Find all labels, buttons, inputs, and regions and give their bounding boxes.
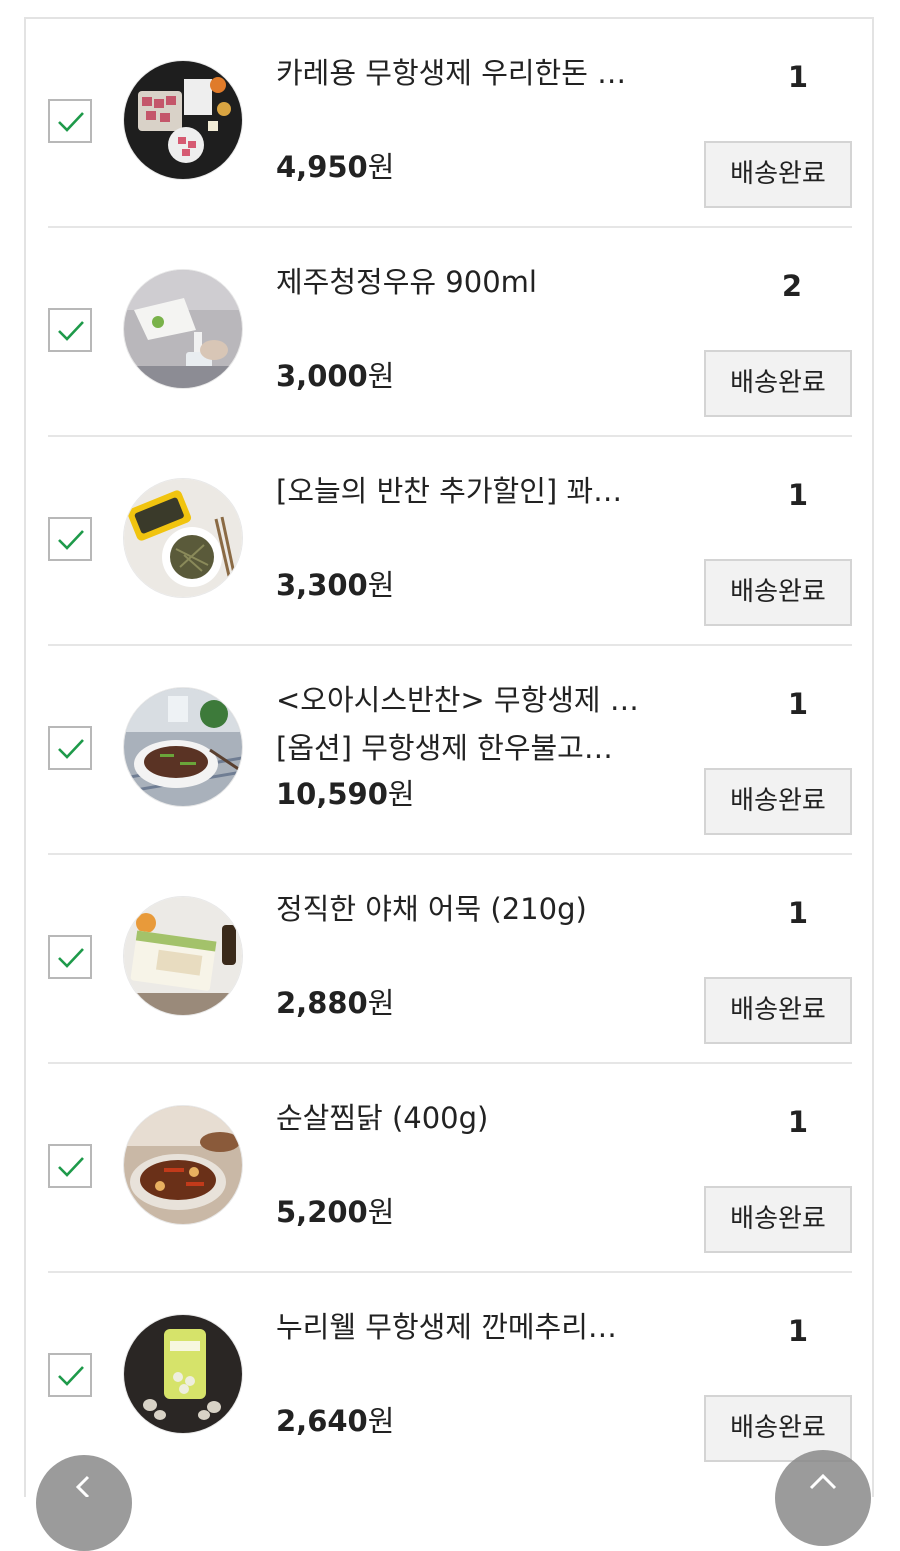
item-checkbox[interactable] <box>48 1144 92 1188</box>
item-checkbox[interactable] <box>48 726 92 770</box>
product-price: 2,640원 <box>276 1403 394 1439</box>
product-image-side-dish[interactable] <box>124 479 242 597</box>
price-value: 5,200 <box>276 1195 368 1229</box>
product-quantity: 2 <box>781 269 803 303</box>
chevron-up-icon <box>809 1473 837 1490</box>
product-quantity: 1 <box>787 896 809 930</box>
price-currency: 원 <box>367 986 395 1020</box>
product-name[interactable]: 제주청정우유 900ml <box>276 264 656 300</box>
check-icon <box>58 948 84 968</box>
price-value: 3,300 <box>276 568 368 602</box>
product-name[interactable]: 정직한 야채 어묵 (210g) <box>276 891 656 927</box>
price-value: 2,880 <box>276 986 368 1020</box>
check-icon <box>58 112 84 132</box>
delivery-status-button[interactable]: 배송완료 <box>704 141 852 208</box>
check-icon <box>58 321 84 341</box>
product-image-bulgogi[interactable] <box>124 688 242 806</box>
product-price: 2,880원 <box>276 985 394 1021</box>
list-item: 카레용 무항생제 우리한돈 … 4,950원 1 배송완료 <box>48 19 852 228</box>
product-price: 4,950원 <box>276 149 394 185</box>
product-price: 10,590원 <box>276 776 415 812</box>
price-currency: 원 <box>367 568 395 602</box>
price-currency: 원 <box>387 777 415 811</box>
check-icon <box>58 739 84 759</box>
item-checkbox[interactable] <box>48 99 92 143</box>
delivery-status-button[interactable]: 배송완료 <box>704 977 852 1044</box>
product-quantity: 1 <box>787 60 809 94</box>
price-value: 2,640 <box>276 1404 368 1438</box>
delivery-status-button[interactable]: 배송완료 <box>704 559 852 626</box>
price-currency: 원 <box>367 359 395 393</box>
product-image-milk[interactable] <box>124 270 242 388</box>
product-quantity: 1 <box>787 1105 809 1139</box>
delivery-status-button[interactable]: 배송완료 <box>704 1186 852 1253</box>
product-name[interactable]: <오아시스반찬> 무항생제 … <box>276 682 656 718</box>
price-currency: 원 <box>367 1195 395 1229</box>
delivery-status-button[interactable]: 배송완료 <box>704 350 852 417</box>
item-checkbox[interactable] <box>48 517 92 561</box>
delivery-status-button[interactable]: 배송완료 <box>704 768 852 835</box>
list-item: 정직한 야채 어묵 (210g) 2,880원 1 배송완료 <box>48 855 852 1064</box>
product-name[interactable]: 누리웰 무항생제 깐메추리… <box>276 1309 656 1345</box>
product-quantity: 1 <box>787 1314 809 1348</box>
product-option: [옵션] 무항생제 한우불고… <box>276 731 613 765</box>
list-item: <오아시스반찬> 무항생제 … [옵션] 무항생제 한우불고… 10,590원 … <box>48 646 852 855</box>
price-value: 3,000 <box>276 359 368 393</box>
item-checkbox[interactable] <box>48 308 92 352</box>
item-checkbox[interactable] <box>48 1353 92 1397</box>
scroll-top-button[interactable] <box>775 1450 871 1546</box>
product-image-quail-eggs[interactable] <box>124 1315 242 1433</box>
price-value: 4,950 <box>276 150 368 184</box>
check-icon <box>58 1157 84 1177</box>
product-name[interactable]: 순살찜닭 (400g) <box>276 1100 656 1136</box>
price-value: 10,590 <box>276 777 388 811</box>
product-name[interactable]: 카레용 무항생제 우리한돈 … <box>276 55 656 91</box>
list-item: 제주청정우유 900ml 3,000원 2 배송완료 <box>48 228 852 437</box>
product-quantity: 1 <box>787 687 809 721</box>
product-price: 3,000원 <box>276 358 394 394</box>
list-item: 순살찜닭 (400g) 5,200원 1 배송완료 <box>48 1064 852 1273</box>
product-image-braised-chicken[interactable] <box>124 1106 242 1224</box>
product-name[interactable]: [오늘의 반찬 추가할인] 꽈… <box>276 473 656 509</box>
item-checkbox[interactable] <box>48 935 92 979</box>
list-item: [오늘의 반찬 추가할인] 꽈… 3,300원 1 배송완료 <box>48 437 852 646</box>
back-button[interactable] <box>36 1455 132 1551</box>
price-currency: 원 <box>367 150 395 184</box>
product-image-fish-cake[interactable] <box>124 897 242 1015</box>
list-item: 누리웰 무항생제 깐메추리… 2,640원 1 배송완료 <box>48 1273 852 1482</box>
product-quantity: 1 <box>787 478 809 512</box>
check-icon <box>58 530 84 550</box>
price-currency: 원 <box>367 1404 395 1438</box>
product-price: 3,300원 <box>276 567 394 603</box>
chevron-left-icon <box>75 1475 90 1497</box>
product-price: 5,200원 <box>276 1194 394 1230</box>
check-icon <box>58 1366 84 1386</box>
product-image-diced-pork[interactable] <box>124 61 242 179</box>
